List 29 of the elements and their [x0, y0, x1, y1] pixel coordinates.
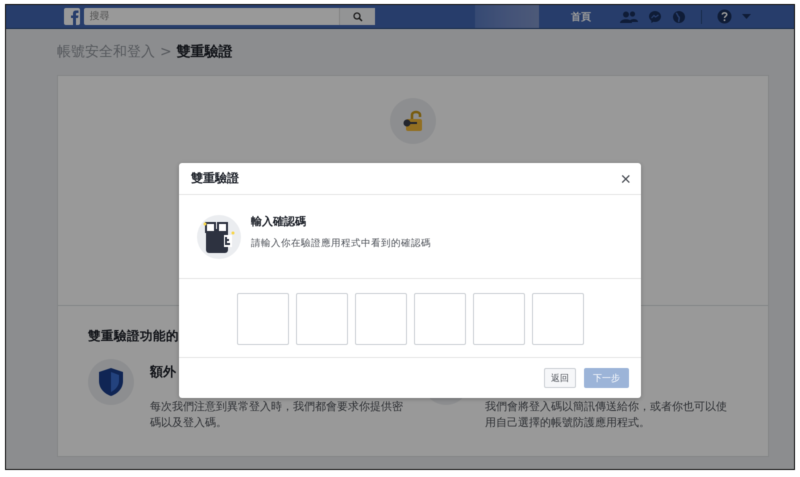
feature-description: 每次我們注意到異常登入時，我們都會要求你提供密 [150, 399, 403, 415]
code-digit-field[interactable] [354, 293, 406, 345]
search-field[interactable]: 搜尋 [84, 8, 340, 25]
back-button[interactable]: 返回 [544, 368, 576, 388]
feature-title: 額外 [150, 364, 177, 381]
search-icon [352, 12, 363, 22]
code-digit-field[interactable] [532, 293, 584, 345]
home-link[interactable]: 首頁 [571, 10, 592, 24]
phone-qr-icon [197, 214, 241, 258]
breadcrumb-current: 雙重驗證 [176, 43, 233, 61]
feature-description: 用自己選擇的帳號防護應用程式。 [485, 415, 651, 431]
code-digit-field[interactable] [236, 293, 288, 345]
shield-icon [98, 367, 124, 397]
breadcrumb-separator: > [160, 44, 172, 60]
feature-description: 我們會將登入碼以簡訊傳送給你，或者你也可以使 [485, 399, 727, 415]
dialog-title: 雙重驗證 [191, 170, 239, 187]
feature-description: 碼以及登入碼。 [150, 415, 228, 431]
code-digit-field[interactable] [296, 293, 348, 345]
blurred-area [475, 5, 540, 28]
code-digit-field[interactable] [472, 293, 524, 345]
lock-icon [390, 98, 436, 144]
search-button[interactable] [339, 8, 376, 25]
logo-icon[interactable] [64, 8, 80, 25]
step-title: 輸入確認碼 [251, 214, 307, 228]
caret-icon[interactable] [739, 14, 754, 20]
code-digit-field[interactable] [414, 293, 466, 345]
section-heading: 雙重驗證功能的 [88, 328, 179, 345]
close-button[interactable]: × [620, 170, 631, 188]
step-instruction: 請輸入你在驗證應用程式中看到的確認碼 [251, 236, 431, 250]
